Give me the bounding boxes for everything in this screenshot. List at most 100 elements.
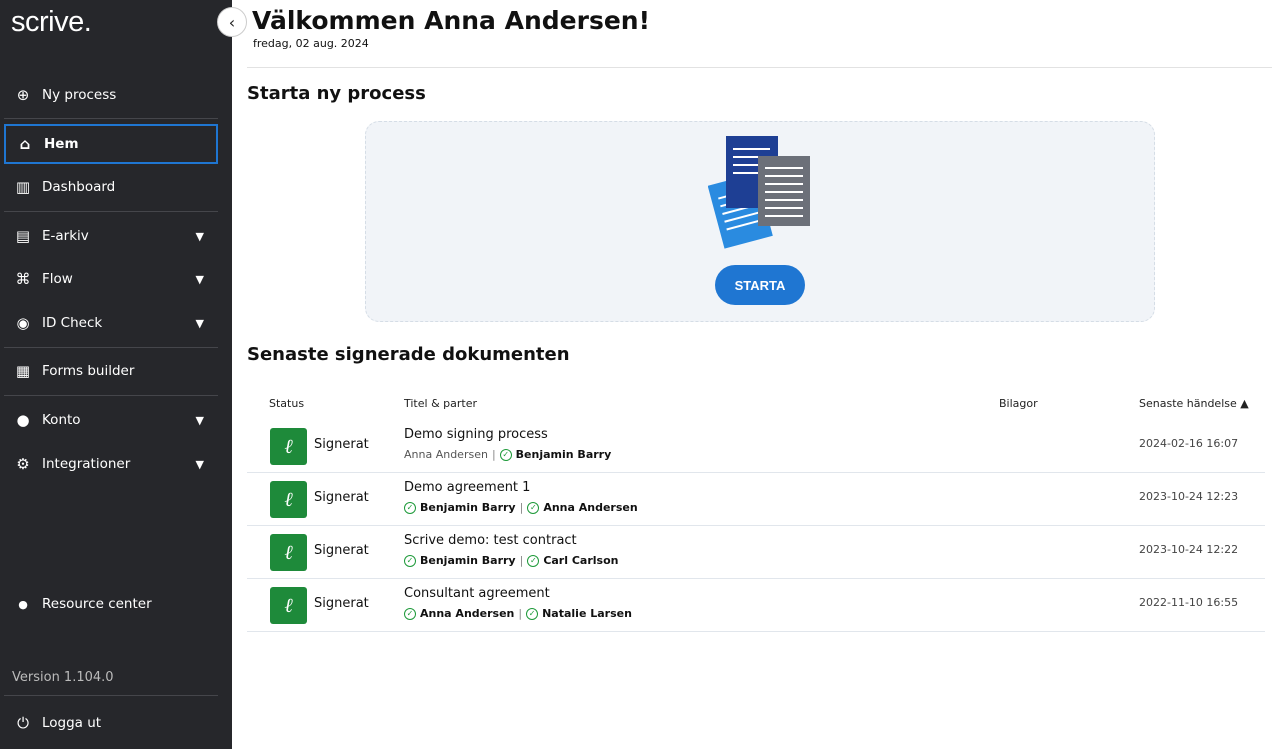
column-header-attachments[interactable]: Bilagor [999, 397, 1038, 410]
parties: ✓ Benjamin Barry | ✓ Carl Carlson [404, 554, 618, 567]
grid-icon: ▦ [15, 362, 31, 380]
parties: ✓ Benjamin Barry | ✓ Anna Andersen [404, 501, 638, 514]
signed-status-icon: ℓ [270, 481, 307, 518]
nav-label: Flow [42, 271, 73, 287]
page-title: Välkommen Anna Andersen! [252, 6, 650, 35]
separator: | [491, 448, 496, 461]
nav-hem[interactable]: ⌂ Hem [4, 124, 218, 164]
fingerprint-icon: ◉ [16, 314, 30, 332]
archive-icon: ▤ [15, 227, 31, 245]
home-icon: ⌂ [19, 135, 31, 153]
version-text: Version 1.104.0 [12, 670, 114, 685]
column-header-title[interactable]: Titel & parter [404, 397, 477, 410]
divider [247, 67, 1272, 68]
signed-status-icon: ℓ [270, 428, 307, 465]
power-icon: ⏻ [17, 714, 29, 732]
document-title[interactable]: Scrive demo: test contract [404, 533, 577, 548]
signed-status-icon: ℓ [270, 534, 307, 571]
parties: Anna Andersen | ✓ Benjamin Barry [404, 448, 611, 461]
main-content: Välkommen Anna Andersen! fredag, 02 aug.… [232, 0, 1280, 749]
start-button[interactable]: STARTA [715, 265, 805, 305]
separator: | [519, 554, 524, 567]
nav-label: E-arkiv [42, 228, 89, 244]
check-circle-icon: ✓ [526, 607, 539, 620]
divider [4, 347, 218, 348]
divider [4, 695, 218, 696]
separator: | [518, 607, 523, 620]
party: Anna Andersen [404, 448, 488, 461]
signed-status-icon: ℓ [270, 587, 307, 624]
last-event-time: 2024-02-16 16:07 [1139, 437, 1239, 450]
table-row[interactable]: ℓ Signerat Consultant agreement ✓ Anna An… [247, 579, 1265, 632]
nav-ny-process[interactable]: ⊕ Ny process [4, 75, 218, 115]
party: Benjamin Barry [420, 554, 516, 567]
status-text: Signerat [314, 490, 369, 505]
nav-label: ID Check [42, 315, 103, 331]
nav-label: Ny process [42, 87, 117, 103]
party: Benjamin Barry [420, 501, 516, 514]
check-circle-icon: ✓ [404, 501, 416, 514]
column-header-status[interactable]: Status [269, 397, 304, 410]
gear-icon: ⚙ [16, 455, 30, 473]
recent-heading: Senaste signerade dokumenten [247, 344, 570, 365]
party: Natalie Larsen [542, 607, 632, 620]
nav-dashboard[interactable]: ▥ Dashboard [4, 167, 218, 207]
sort-asc-icon: ▲ [1240, 397, 1249, 410]
divider [4, 211, 218, 212]
status-text: Signerat [314, 596, 369, 611]
separator: | [519, 501, 524, 514]
divider [4, 118, 218, 119]
documents-illustration [708, 136, 810, 249]
nav-flow[interactable]: ⌘ Flow ▼ [4, 259, 218, 299]
nav-label: Hem [44, 136, 79, 152]
start-process-panel: STARTA [365, 121, 1155, 322]
document-title[interactable]: Demo agreement 1 [404, 480, 530, 495]
check-circle-icon: ✓ [499, 448, 512, 461]
chevron-down-icon: ▼ [195, 229, 204, 243]
chevron-down-icon: ▼ [195, 413, 204, 427]
chevron-down-icon: ▼ [195, 272, 204, 286]
last-event-time: 2023-10-24 12:23 [1139, 490, 1239, 503]
column-header-last-event[interactable]: Senaste händelse ▲ [1139, 397, 1249, 410]
document-title[interactable]: Demo signing process [404, 427, 548, 442]
lightbulb-icon: ● [18, 597, 28, 611]
chevron-left-icon: ‹ [228, 12, 236, 32]
nav-label: Resource center [42, 596, 152, 612]
start-heading: Starta ny process [247, 83, 426, 104]
parties: ✓ Anna Andersen | ✓ Natalie Larsen [404, 607, 632, 620]
document-title[interactable]: Consultant agreement [404, 586, 550, 601]
nav-label: Forms builder [42, 363, 135, 379]
scrive-logo[interactable]: scrive. [11, 6, 92, 39]
party: Anna Andersen [420, 607, 515, 620]
last-event-time: 2022-11-10 16:55 [1139, 596, 1239, 609]
column-label: Senaste händelse [1139, 397, 1237, 410]
table-row[interactable]: ℓ Signerat Scrive demo: test contract ✓ B… [247, 526, 1265, 579]
nav-e-arkiv[interactable]: ▤ E-arkiv ▼ [4, 216, 218, 256]
status-text: Signerat [314, 543, 369, 558]
nav-konto[interactable]: ● Konto ▼ [4, 400, 218, 440]
nav-id-check[interactable]: ◉ ID Check ▼ [4, 303, 218, 343]
check-circle-icon: ✓ [404, 554, 416, 567]
chevron-down-icon: ▼ [195, 316, 204, 330]
sidebar: scrive. ⊕ Ny process ⌂ Hem ▥ Dashboard ▤ E-a… [0, 0, 232, 749]
nav-label: Konto [42, 412, 81, 428]
nav-label: Integrationer [42, 456, 131, 472]
check-circle-icon: ✓ [527, 554, 540, 567]
table-row[interactable]: ℓ Signerat Demo agreement 1 ✓ Benjamin Ba… [247, 473, 1265, 526]
collapse-sidebar-button[interactable]: ‹ [217, 7, 247, 37]
party: Carl Carlson [543, 554, 619, 567]
flow-icon: ⌘ [15, 270, 31, 288]
last-event-time: 2023-10-24 12:22 [1139, 543, 1239, 556]
table-row[interactable]: ℓ Signerat Demo signing process Anna And… [247, 420, 1265, 473]
user-icon: ● [16, 411, 30, 429]
check-circle-icon: ✓ [404, 607, 416, 620]
logout-button[interactable]: ⏻ Logga ut [4, 703, 218, 743]
nav-integrationer[interactable]: ⚙ Integrationer ▼ [4, 444, 218, 484]
nav-label: Logga ut [42, 715, 102, 731]
bar-chart-icon: ▥ [15, 178, 31, 196]
resource-center-button[interactable]: ● Resource center [4, 584, 218, 624]
nav-forms-builder[interactable]: ▦ Forms builder [4, 351, 218, 391]
status-text: Signerat [314, 437, 369, 452]
nav-label: Dashboard [42, 179, 116, 195]
current-date: fredag, 02 aug. 2024 [253, 37, 369, 50]
